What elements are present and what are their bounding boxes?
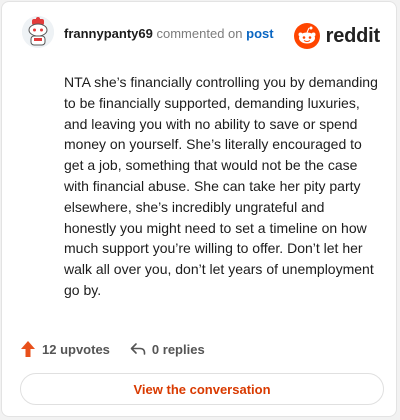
action-text: commented on <box>156 26 243 41</box>
reddit-logo-icon <box>293 23 320 49</box>
upvotes-count: 12 upvotes <box>42 341 110 357</box>
upvotes-stat[interactable]: 12 upvotes <box>20 340 110 358</box>
comment-body: NTA she’s financially controlling you by… <box>64 74 378 298</box>
user-avatar[interactable] <box>22 16 54 48</box>
replies-count: 0 replies <box>151 341 205 357</box>
post-link[interactable]: post <box>246 26 273 41</box>
snoo-avatar-icon <box>22 16 54 48</box>
reddit-brand[interactable]: reddit <box>293 22 381 50</box>
reddit-wordmark: reddit <box>325 24 381 47</box>
reply-arrow-icon <box>130 343 146 355</box>
comment-meta: frannypanty69 commented on post <box>64 26 274 41</box>
comment-header: frannypanty69 commented on post reddit <box>2 2 396 66</box>
upvote-arrow-icon <box>21 341 35 357</box>
view-conversation-button[interactable]: View the conversation <box>20 373 384 405</box>
embedded-comment-card: frannypanty69 commented on post reddit N… <box>1 1 397 417</box>
comment-stats: 12 upvotes 0 replies <box>20 338 205 360</box>
replies-stat[interactable]: 0 replies <box>130 342 205 357</box>
username-link[interactable]: frannypanty69 <box>64 26 153 41</box>
